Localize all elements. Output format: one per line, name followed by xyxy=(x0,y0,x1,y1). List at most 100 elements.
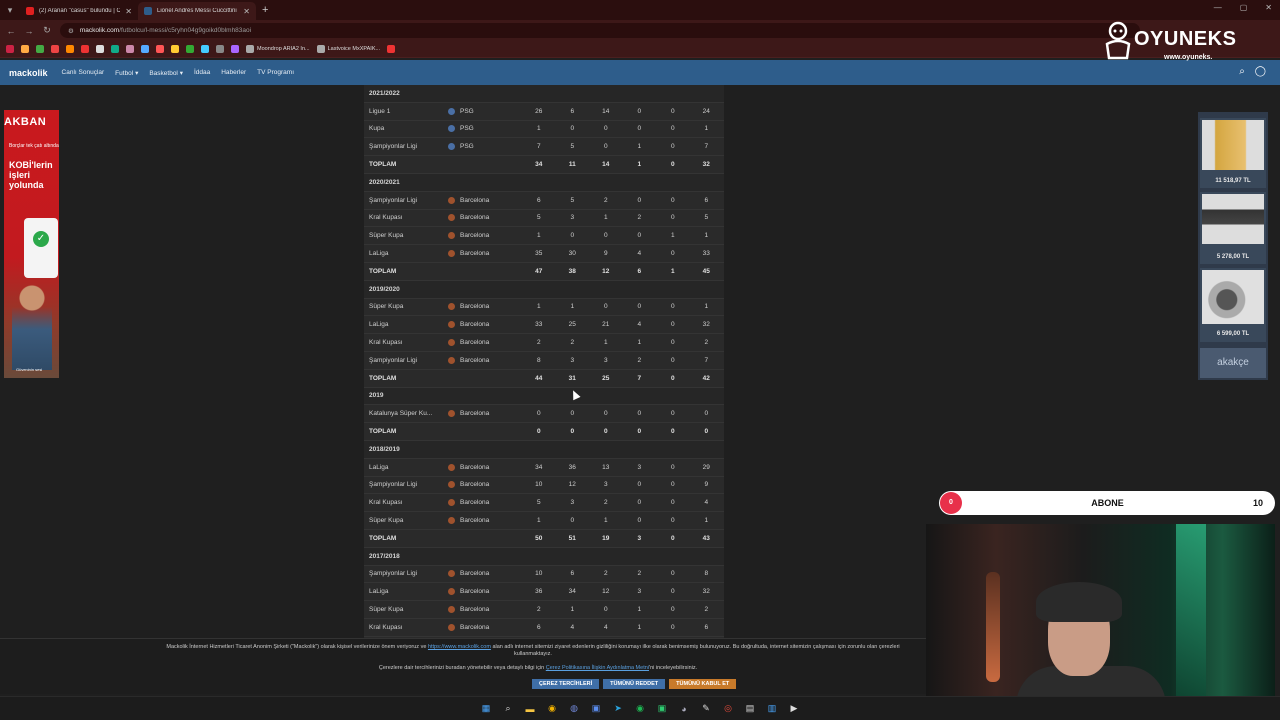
bookmark-favicon-icon[interactable] xyxy=(6,45,14,53)
bookmark-favicon-icon[interactable] xyxy=(36,45,44,53)
nav-news[interactable]: Haberler xyxy=(221,69,246,76)
projector-image xyxy=(1202,270,1264,324)
steam-icon[interactable]: ◕ xyxy=(678,703,690,715)
accept-all-button[interactable]: TÜMÜNÜ KABUL ET xyxy=(669,679,737,689)
app-icon[interactable]: ▥ xyxy=(766,703,778,715)
close-icon[interactable]: ✕ xyxy=(125,7,132,16)
nav-tv[interactable]: TV Programı xyxy=(257,69,294,76)
watermark-name: OYUNEKS xyxy=(1134,28,1237,50)
team-cell[interactable]: Barcelona xyxy=(444,463,522,471)
bookmark-favicon-icon[interactable] xyxy=(171,45,179,53)
stat-cell: 31 xyxy=(568,374,576,382)
table-row: Şampiyonlar Ligi Barcelona 10 6 2 2 0 8 xyxy=(364,566,724,584)
bookmark-favicon-icon[interactable] xyxy=(156,45,164,53)
bookmark-favicon-icon[interactable] xyxy=(387,45,396,53)
bookmark-favicon-icon[interactable] xyxy=(126,45,134,53)
bookmark-favicon-icon[interactable] xyxy=(81,45,89,53)
browser-tab-0[interactable]: (2) Aranan "casus" bulundu | C ✕ xyxy=(20,2,138,20)
file-explorer-icon[interactable]: ▬ xyxy=(524,703,536,715)
team-cell[interactable]: PSG xyxy=(444,125,522,133)
app-icon[interactable]: ✎ xyxy=(700,703,712,715)
telegram-icon[interactable]: ➤ xyxy=(612,703,624,715)
stat-cell: 26 xyxy=(535,107,543,115)
app-icon[interactable]: ◎ xyxy=(722,703,734,715)
bookmark-favicon-icon[interactable] xyxy=(96,45,104,53)
stat-cell: 51 xyxy=(568,534,576,542)
competition-cell: Süper Kupa xyxy=(369,606,404,614)
team-cell[interactable]: Barcelona xyxy=(444,356,522,364)
stat-cell: 0 xyxy=(637,481,642,489)
team-cell[interactable]: Barcelona xyxy=(444,250,522,258)
bookmark-item[interactable]: Moondrop ARIA2 In... xyxy=(246,45,310,53)
nav-football[interactable]: Futbol ▾ xyxy=(115,69,138,77)
team-cell[interactable]: Barcelona xyxy=(444,623,522,631)
address-bar: ← → ↻ ⚙ mackolik.com/futbolcu/l-messi/c5… xyxy=(0,20,1280,41)
discord-icon[interactable]: ◍ xyxy=(568,703,580,715)
product-card[interactable]: 11 518,97 TL xyxy=(1200,118,1266,188)
team-cell[interactable]: PSG xyxy=(444,107,522,115)
right-advertisement[interactable]: 11 518,97 TL 5 278,00 TL 6 599,00 TL aka… xyxy=(1198,112,1268,380)
maximize-icon[interactable]: ▢ xyxy=(1240,3,1248,12)
url-input[interactable]: ⚙ mackolik.com/futbolcu/l-messi/c5ryhn04… xyxy=(60,23,1140,38)
team-cell[interactable]: Barcelona xyxy=(444,570,522,578)
team-cell[interactable]: Barcelona xyxy=(444,517,522,525)
bookmark-item[interactable]: Lastvoice MxXPAIK... xyxy=(316,45,380,53)
app-icon[interactable]: ▤ xyxy=(744,703,756,715)
mackolik-link[interactable]: https://www.mackolik.com xyxy=(428,644,491,650)
app-icon[interactable]: ▣ xyxy=(590,703,602,715)
site-info-icon[interactable]: ⚙ xyxy=(68,27,74,35)
windows-start-icon[interactable]: ▦ xyxy=(480,703,492,715)
stat-cell: 1 xyxy=(704,125,709,133)
team-cell[interactable]: Barcelona xyxy=(444,303,522,311)
bookmark-favicon-icon[interactable] xyxy=(201,45,209,53)
reject-all-button[interactable]: TÜMÜNÜ REDDET xyxy=(603,679,666,689)
team-cell[interactable]: Barcelona xyxy=(444,232,522,240)
team-cell[interactable]: Barcelona xyxy=(444,321,522,329)
team-cell[interactable]: Barcelona xyxy=(444,606,522,614)
back-icon[interactable]: ← xyxy=(6,26,16,36)
bookmark-favicon-icon[interactable] xyxy=(141,45,149,53)
nav-basketball[interactable]: Basketbol ▾ xyxy=(149,69,183,77)
bookmark-favicon-icon[interactable] xyxy=(231,45,239,53)
cookie-preferences-button[interactable]: ÇEREZ TERCİHLERİ xyxy=(532,679,600,689)
media-icon[interactable]: ▶ xyxy=(788,703,800,715)
forward-icon[interactable]: → xyxy=(24,26,34,36)
search-icon[interactable]: ⌕ xyxy=(502,703,514,715)
nav-live-scores[interactable]: Canlı Sonuçlar xyxy=(62,69,105,76)
cookie-policy-link[interactable]: Çerez Politikasına İlişkin Aydınlatma Me… xyxy=(546,665,649,671)
bookmark-favicon-icon[interactable] xyxy=(216,45,224,53)
product-card[interactable]: 6 599,00 TL xyxy=(1200,268,1266,342)
team-cell[interactable]: Barcelona xyxy=(444,339,522,347)
team-cell[interactable]: Barcelona xyxy=(444,481,522,489)
team-cell[interactable]: Barcelona xyxy=(444,214,522,222)
table-row: Kupa PSG 1 0 0 0 0 1 xyxy=(364,121,724,139)
team-cell[interactable]: PSG xyxy=(444,143,522,151)
app-icon[interactable]: ▣ xyxy=(656,703,668,715)
team-cell[interactable]: Barcelona xyxy=(444,588,522,596)
left-advertisement[interactable]: AKBAN Borçlar tek çatı altında KOBİ'leri… xyxy=(4,110,59,378)
browser-tab-1[interactable]: Lionel Andrés Messi Cuccittini ✕ xyxy=(138,2,256,20)
bookmark-favicon-icon[interactable] xyxy=(21,45,29,53)
team-cell[interactable]: Barcelona xyxy=(444,499,522,507)
site-logo[interactable]: mackolik xyxy=(9,68,48,78)
nav-iddaa[interactable]: İddaa xyxy=(194,69,210,76)
team-cell[interactable]: Barcelona xyxy=(444,410,522,418)
bookmark-favicon-icon[interactable] xyxy=(111,45,119,53)
bookmark-favicon-icon[interactable] xyxy=(66,45,74,53)
new-tab-icon[interactable]: + xyxy=(262,4,268,16)
product-card[interactable]: 5 278,00 TL xyxy=(1200,192,1266,264)
team-cell[interactable]: Barcelona xyxy=(444,196,522,204)
tab-search-icon[interactable]: ▾ xyxy=(0,0,20,20)
akakce-logo: akakçe xyxy=(1200,348,1266,378)
stat-cell: 0 xyxy=(670,499,675,507)
chrome-icon[interactable]: ◉ xyxy=(546,703,558,715)
bookmark-favicon-icon[interactable] xyxy=(51,45,59,53)
spotify-icon[interactable]: ◉ xyxy=(634,703,646,715)
bookmark-favicon-icon[interactable] xyxy=(186,45,194,53)
close-window-icon[interactable]: ✕ xyxy=(1265,3,1272,12)
reload-icon[interactable]: ↻ xyxy=(42,25,52,36)
minimize-icon[interactable]: — xyxy=(1214,3,1222,12)
close-icon[interactable]: ✕ xyxy=(243,7,250,16)
stat-cell: 19 xyxy=(602,534,610,542)
cookie-text: Çerezlere dair tercihlerinizi buradan yö… xyxy=(378,665,545,671)
